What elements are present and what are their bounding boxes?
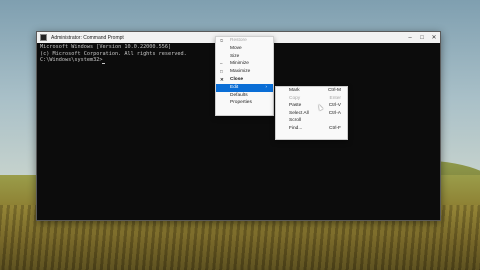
edit-submenu: Mark Ctrl-M Copy Enter Paste Ctrl-V Sele… [275, 86, 348, 140]
minimize-button[interactable]: – [404, 32, 416, 43]
menu-item-copy[interactable]: Copy Enter [276, 95, 347, 103]
menu-item-label: Move [230, 45, 242, 51]
menu-item-move[interactable]: Move [216, 45, 273, 53]
menu-item-label: Edit [230, 84, 239, 90]
text-cursor [102, 62, 106, 64]
maximize-button[interactable]: □ [416, 32, 428, 43]
menu-item-defaults[interactable]: Defaults [216, 92, 273, 100]
menu-item-shortcut: Ctrl-A [328, 110, 341, 116]
menu-item-find[interactable]: Find... Ctrl-F [276, 125, 347, 133]
restore-icon: ⧉ [220, 38, 224, 43]
menu-item-label: Defaults [230, 92, 248, 98]
menu-item-label: Restore [230, 38, 247, 43]
window-title: Administrator: Command Prompt [51, 34, 124, 41]
menu-item-label: Select All [289, 110, 309, 116]
menu-item-close[interactable]: ✕ Close [216, 76, 273, 84]
menu-item-label: Properties [230, 100, 252, 106]
minimize-icon: – [220, 61, 223, 67]
menu-item-label: Maximize [230, 69, 251, 75]
window-controls: – □ ✕ [404, 32, 440, 43]
chevron-right-icon: › [265, 84, 267, 90]
menu-item-label: Copy [289, 95, 301, 101]
menu-item-maximize[interactable]: □ Maximize [216, 68, 273, 76]
menu-item-shortcut: Ctrl-V [328, 103, 341, 109]
menu-item-label: Mark [289, 88, 300, 93]
menu-item-label: Paste [289, 103, 302, 109]
menu-item-properties[interactable]: Properties [216, 99, 273, 107]
cmd-icon[interactable] [40, 34, 47, 41]
menu-item-label: Find... [289, 125, 303, 131]
menu-item-scroll[interactable]: Scroll [276, 117, 347, 125]
menu-item-restore[interactable]: ⧉ Restore [216, 37, 273, 45]
close-icon: ✕ [220, 76, 224, 82]
menu-item-size[interactable]: Size [216, 53, 273, 61]
maximize-icon: □ [220, 69, 223, 75]
menu-item-shortcut: Enter [329, 95, 341, 101]
menu-item-edit[interactable]: Edit › [216, 83, 273, 92]
menu-item-minimize[interactable]: – Minimize [216, 60, 273, 68]
menu-item-label: Scroll [289, 118, 301, 124]
menu-item-shortcut: Ctrl-F [329, 125, 341, 131]
menu-item-select-all[interactable]: Select All Ctrl-A [276, 110, 347, 118]
menu-item-paste[interactable]: Paste Ctrl-V [276, 102, 347, 110]
menu-item-label: Size [230, 53, 240, 59]
menu-item-shortcut: Ctrl-M [327, 88, 341, 93]
menu-item-label: Close [230, 76, 244, 82]
menu-item-mark[interactable]: Mark Ctrl-M [276, 87, 347, 95]
console-prompt: C:\Windows\system32> [40, 57, 103, 63]
close-button[interactable]: ✕ [428, 32, 440, 43]
system-menu: ⧉ Restore Move Size – Minimize □ Maximiz… [215, 36, 274, 116]
menu-item-label: Minimize [230, 61, 249, 67]
